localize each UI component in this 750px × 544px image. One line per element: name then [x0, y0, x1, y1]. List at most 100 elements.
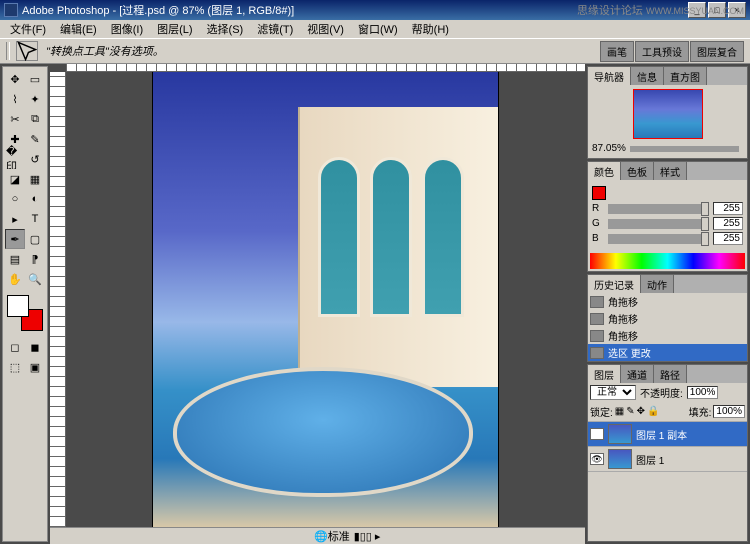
tab-history[interactable]: 历史记录 — [588, 275, 641, 293]
menubar: 文件(F) 编辑(E) 图像(I) 图层(L) 选择(S) 滤镜(T) 视图(V… — [0, 20, 750, 38]
path-tool[interactable]: ▸ — [5, 209, 25, 229]
color-spectrum[interactable] — [590, 253, 745, 269]
quickmask-mode-icon[interactable]: ◼ — [25, 337, 45, 357]
tab-color[interactable]: 颜色 — [588, 162, 621, 180]
layer-name[interactable]: 图层 1 副本 — [636, 427, 687, 442]
brush-tool[interactable]: ✎ — [25, 129, 45, 149]
options-bar: "转换点工具"没有选项。 画笔 工具预设 图层复合 — [0, 38, 750, 64]
app-icon — [4, 3, 18, 17]
menu-edit[interactable]: 编辑(E) — [54, 20, 103, 38]
history-step-icon — [590, 313, 604, 325]
history-item[interactable]: 角拖移 — [588, 327, 747, 344]
menu-file[interactable]: 文件(F) — [4, 20, 52, 38]
lock-all-icon[interactable]: 🔒 — [647, 406, 659, 417]
blur-tool[interactable]: ○ — [5, 189, 25, 209]
lock-move-icon[interactable]: ✥ — [637, 406, 645, 417]
hand-tool[interactable]: ✋ — [5, 269, 25, 289]
opacity-label: 不透明度: — [640, 385, 683, 400]
g-value[interactable]: 255 — [713, 217, 743, 230]
b-value[interactable]: 255 — [713, 232, 743, 245]
lock-transparent-icon[interactable]: ▦ — [615, 406, 624, 417]
b-slider[interactable] — [608, 234, 709, 244]
stamp-tool[interactable]: �印 — [5, 149, 25, 169]
current-tool-icon[interactable] — [16, 41, 38, 61]
tab-styles[interactable]: 样式 — [654, 162, 687, 180]
fill-label: 填充: — [689, 404, 712, 419]
ruler-horizontal[interactable] — [66, 64, 585, 72]
pen-tool[interactable]: ✒ — [5, 229, 25, 249]
nav-zoom-value[interactable]: 87.05% — [592, 143, 626, 154]
standard-mode-icon[interactable]: ◻ — [5, 337, 25, 357]
tab-layers[interactable]: 图层 — [588, 365, 621, 383]
g-slider[interactable] — [608, 219, 709, 229]
marquee-tool[interactable]: ▭ — [25, 69, 45, 89]
slice-tool[interactable]: ⧉ — [25, 109, 45, 129]
menu-filter[interactable]: 滤镜(T) — [251, 20, 299, 38]
ruler-vertical[interactable] — [50, 72, 66, 527]
history-step-icon — [590, 296, 604, 308]
menu-view[interactable]: 视图(V) — [301, 20, 350, 38]
img-pool — [173, 367, 473, 497]
text-tool[interactable]: T — [25, 209, 45, 229]
tab-paths[interactable]: 路径 — [654, 365, 687, 383]
notes-tool[interactable]: ▤ — [5, 249, 25, 269]
layer-thumb — [608, 424, 632, 444]
canvas[interactable] — [66, 72, 585, 527]
fill-value[interactable]: 100% — [713, 405, 745, 418]
workspace: ✥▭ ⌇✦ ✂⧉ ✚✎ �印↺ ◪▦ ○◐ ▸T ✒▢ ▤⁋ ✋🔍 ◻◼ ⬚▣ — [0, 64, 750, 544]
tab-swatches[interactable]: 色板 — [621, 162, 654, 180]
dodge-tool[interactable]: ◐ — [25, 189, 45, 209]
tab-info[interactable]: 信息 — [631, 67, 664, 85]
crop-tool[interactable]: ✂ — [5, 109, 25, 129]
visibility-icon[interactable]: 👁 — [590, 453, 604, 465]
menu-image[interactable]: 图像(I) — [105, 20, 149, 38]
move-tool[interactable]: ✥ — [5, 69, 25, 89]
r-value[interactable]: 255 — [713, 202, 743, 215]
wand-tool[interactable]: ✦ — [25, 89, 45, 109]
nav-zoom-slider[interactable] — [630, 146, 739, 152]
screen-mode-2-icon[interactable]: ▣ — [25, 357, 45, 377]
color-panel: 颜色 色板 样式 R255 G255 B255 — [587, 161, 748, 272]
status-bar: 🌐 标准 ▮▯▯ ▸ — [50, 527, 585, 544]
layer-item[interactable]: 👁 图层 1 — [588, 447, 747, 472]
lasso-tool[interactable]: ⌇ — [5, 89, 25, 109]
eyedropper-tool[interactable]: ⁋ — [25, 249, 45, 269]
menu-layer[interactable]: 图层(L) — [151, 20, 198, 38]
history-item[interactable]: 角拖移 — [588, 310, 747, 327]
visibility-icon[interactable]: 👁 — [590, 428, 604, 440]
tab-navigator[interactable]: 导航器 — [588, 67, 631, 85]
history-item[interactable]: 角拖移 — [588, 293, 747, 310]
fg-color-swatch[interactable] — [7, 295, 29, 317]
blend-mode-select[interactable]: 正常 — [590, 385, 636, 400]
opacity-value[interactable]: 100% — [687, 386, 719, 399]
well-tab-comps[interactable]: 图层复合 — [690, 41, 744, 62]
document-image — [153, 72, 498, 527]
canvas-area: 🌐 标准 ▮▯▯ ▸ — [50, 64, 585, 544]
menu-window[interactable]: 窗口(W) — [352, 20, 404, 38]
menu-help[interactable]: 帮助(H) — [406, 20, 455, 38]
grip-icon[interactable] — [6, 42, 10, 60]
tab-histogram[interactable]: 直方图 — [664, 67, 707, 85]
layer-name[interactable]: 图层 1 — [636, 452, 664, 467]
color-preview[interactable] — [592, 186, 606, 200]
well-tab-brushes[interactable]: 画笔 — [600, 41, 634, 62]
screen-mode-1-icon[interactable]: ⬚ — [5, 357, 25, 377]
r-slider[interactable] — [608, 204, 709, 214]
tab-channels[interactable]: 通道 — [621, 365, 654, 383]
layer-item[interactable]: 👁 图层 1 副本 — [588, 422, 747, 447]
zoom-tool[interactable]: 🔍 — [25, 269, 45, 289]
eraser-tool[interactable]: ◪ — [5, 169, 25, 189]
color-swatches[interactable] — [5, 293, 45, 333]
history-brush-tool[interactable]: ↺ — [25, 149, 45, 169]
toolbox: ✥▭ ⌇✦ ✂⧉ ✚✎ �印↺ ◪▦ ○◐ ▸T ✒▢ ▤⁋ ✋🔍 ◻◼ ⬚▣ — [2, 66, 48, 542]
shape-tool[interactable]: ▢ — [25, 229, 45, 249]
history-step-icon — [590, 330, 604, 342]
menu-select[interactable]: 选择(S) — [201, 20, 250, 38]
title-text: Adobe Photoshop - [过程.psd @ 87% (图层 1, R… — [22, 2, 294, 18]
gradient-tool[interactable]: ▦ — [25, 169, 45, 189]
lock-paint-icon[interactable]: ✎ — [626, 406, 634, 417]
navigator-thumb[interactable] — [633, 89, 703, 139]
tab-actions[interactable]: 动作 — [641, 275, 674, 293]
well-tab-presets[interactable]: 工具预设 — [635, 41, 689, 62]
history-item[interactable]: 选区 更改 — [588, 344, 747, 361]
